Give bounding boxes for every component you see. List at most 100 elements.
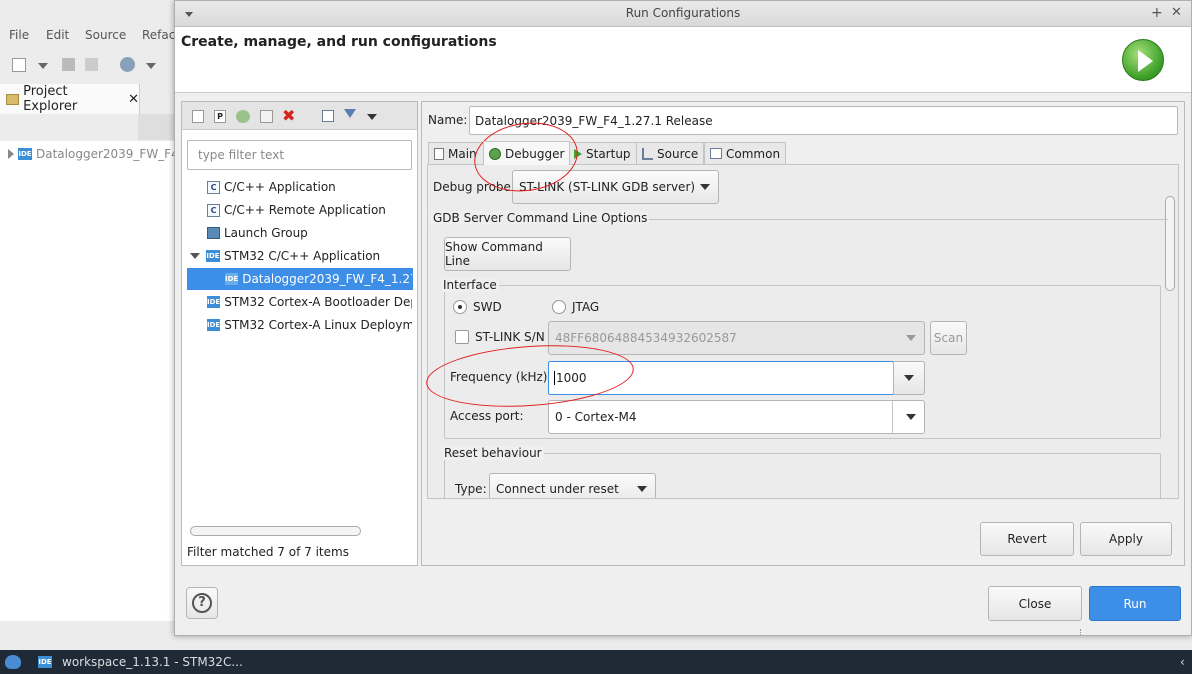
menu-edit[interactable]: Edit [46, 28, 69, 42]
frequency-value: 1000 [556, 371, 587, 385]
checkbox-icon [455, 330, 469, 344]
menu-file[interactable]: File [9, 28, 29, 42]
filter-input[interactable]: type filter text [187, 140, 412, 170]
folder-icon [6, 93, 20, 105]
debugger-tab-content: Debug probe ST-LINK (ST-LINK GDB server)… [427, 164, 1179, 499]
close-icon[interactable]: ✕ [1171, 5, 1182, 20]
start-menu-icon[interactable] [5, 655, 21, 669]
close-label: Close [1018, 596, 1052, 611]
new-prototype-icon[interactable]: P [214, 110, 226, 123]
apply-button[interactable]: Apply [1080, 522, 1172, 556]
chevron-down-icon [700, 184, 710, 190]
chevron-down-icon [637, 486, 647, 492]
tree-item-linux[interactable]: IDE STM32 Cortex-A Linux Deploymer [207, 314, 412, 336]
tab-label: Debugger [505, 146, 565, 161]
tab-startup[interactable]: Startup [568, 142, 637, 164]
delete-icon[interactable]: ✖ [282, 106, 295, 125]
dialog-heading: Create, manage, and run configurations [181, 34, 497, 50]
revert-label: Revert [1007, 532, 1047, 546]
ide-icon: IDE [207, 296, 221, 308]
source-icon [642, 147, 653, 160]
taskbar-app-label[interactable]: workspace_1.13.1 - STM32C... [62, 655, 243, 669]
frequency-field[interactable]: 1000 [548, 361, 894, 395]
reset-group-label: Reset behaviour [442, 446, 544, 460]
project-item[interactable]: IDE Datalogger2039_FW_F4... [8, 145, 190, 163]
debug-probe-value: ST-LINK (ST-LINK GDB server) [519, 180, 696, 194]
chevron-down-icon [906, 414, 916, 420]
maximize-icon[interactable]: + [1151, 5, 1163, 21]
new-icon[interactable] [12, 58, 26, 72]
name-value: Datalogger2039_FW_F4_1.27.1 Release [475, 113, 713, 128]
swd-radio[interactable]: SWD [453, 300, 502, 314]
access-port-label: Access port: [450, 409, 524, 423]
gdb-group-divider [628, 219, 1168, 220]
tree-item-stm32-app[interactable]: IDE STM32 C/C++ Application [190, 245, 380, 267]
menu-source[interactable]: Source [85, 28, 126, 42]
revert-button[interactable]: Revert [980, 522, 1074, 556]
config-list-pane: P ✖ type filter text C C/C++ Application… [181, 101, 418, 566]
tree-item-datalogger[interactable]: IDE Datalogger2039_FW_F4_1.27.1 [225, 268, 412, 290]
tree-item-label: STM32 Cortex-A Bootloader Deplo [224, 295, 412, 309]
tree-item-c-app[interactable]: C C/C++ Application [207, 176, 336, 198]
save-icon[interactable] [62, 58, 75, 71]
project-explorer-title: Project Explorer [23, 84, 78, 114]
filter-icon[interactable] [344, 109, 356, 118]
view-menu-icon[interactable] [367, 114, 377, 120]
dialog-titlebar[interactable]: Run Configurations + ✕ [175, 1, 1191, 27]
new-config-icon[interactable] [192, 110, 204, 123]
access-port-select[interactable]: 0 - Cortex-M4 [548, 400, 925, 434]
tab-label: Main [448, 146, 477, 161]
tree-item-label: STM32 Cortex-A Linux Deploymer [224, 318, 412, 332]
dropdown-icon[interactable] [38, 63, 48, 69]
export-icon[interactable] [236, 110, 250, 123]
resize-grip-icon[interactable] [1080, 629, 1083, 635]
scan-label: Scan [933, 331, 964, 345]
dropdown-divider [892, 401, 893, 433]
menu-refactor[interactable]: Refac [142, 28, 175, 42]
duplicate-icon[interactable] [260, 110, 273, 123]
tab-main[interactable]: Main [428, 142, 484, 164]
tab-label: Common [726, 146, 781, 161]
launch-group-icon [207, 227, 220, 239]
run-configurations-dialog: Run Configurations + ✕ Create, manage, a… [174, 0, 1192, 636]
radio-icon [552, 300, 566, 314]
frequency-dropdown-button[interactable] [893, 361, 925, 395]
collapse-all-icon[interactable] [322, 110, 334, 122]
dropdown-icon[interactable] [146, 63, 156, 69]
dialog-header: Create, manage, and run configurations [175, 27, 1191, 93]
tray-arrow-icon[interactable]: ‹ [1180, 655, 1185, 669]
tab-source[interactable]: Source [636, 142, 705, 164]
close-button[interactable]: Close [988, 586, 1082, 621]
tab-common[interactable]: Common [704, 142, 787, 164]
run-button[interactable]: Run [1089, 586, 1181, 621]
dialog-title: Run Configurations [625, 6, 741, 20]
scan-button: Scan [930, 321, 967, 355]
collapse-arrow-icon[interactable] [190, 253, 200, 259]
show-command-line-button[interactable]: Show Command Line [444, 237, 571, 271]
interface-group-label: Interface [441, 278, 499, 292]
horizontal-scrollbar[interactable] [190, 526, 361, 536]
reset-type-value: Connect under reset [496, 482, 619, 496]
tree-item-bootloader[interactable]: IDE STM32 Cortex-A Bootloader Deplo [207, 291, 412, 313]
help-button[interactable]: ? [186, 587, 218, 619]
expand-icon[interactable] [8, 149, 14, 159]
debug-probe-label: Debug probe [433, 180, 511, 194]
c-app-icon: C [207, 180, 220, 194]
debug-probe-select[interactable]: ST-LINK (ST-LINK GDB server) [512, 170, 719, 204]
debug-icon[interactable] [120, 57, 135, 72]
close-icon[interactable]: ✕ [128, 92, 139, 107]
tree-item-c-remote[interactable]: C C/C++ Remote Application [207, 199, 386, 221]
vertical-scrollbar[interactable] [1165, 196, 1175, 291]
project-explorer-tab[interactable]: Project Explorer ✕ [0, 84, 140, 114]
save-all-icon[interactable] [85, 58, 98, 71]
reset-type-select[interactable]: Connect under reset [489, 473, 656, 498]
tab-debugger[interactable]: Debugger [483, 141, 571, 165]
ide-icon: IDE [18, 148, 32, 160]
text-cursor [554, 371, 555, 385]
jtag-label: JTAG [572, 300, 600, 314]
jtag-radio[interactable]: JTAG [552, 300, 599, 314]
tree-item-launch-group[interactable]: Launch Group [207, 222, 308, 244]
stlink-sn-checkbox[interactable]: ST-LINK S/N [455, 330, 545, 344]
name-field[interactable]: Datalogger2039_FW_F4_1.27.1 Release [469, 106, 1178, 135]
name-label: Name: [428, 113, 468, 127]
